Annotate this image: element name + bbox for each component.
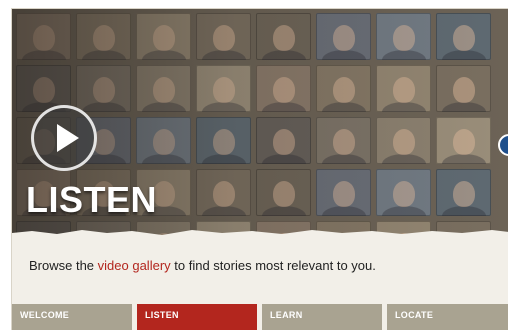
video-thumbnail[interactable]: [376, 13, 431, 60]
video-thumbnail[interactable]: [376, 117, 431, 164]
torn-paper-edge: [12, 230, 508, 237]
video-thumbnail[interactable]: [256, 13, 311, 60]
description-text-after: to find stories most relevant to you.: [170, 258, 376, 273]
next-arrow-button[interactable]: [498, 134, 508, 156]
hero-title: LISTEN: [26, 179, 158, 220]
listen-panel: LISTEN Browse the video gallery to find …: [11, 8, 508, 330]
gallery-description: Browse the video gallery to find stories…: [29, 258, 376, 273]
video-thumbnail[interactable]: [436, 65, 491, 112]
video-thumbnail[interactable]: [256, 169, 311, 216]
video-gallery-hero[interactable]: LISTEN: [12, 9, 508, 237]
video-thumbnail[interactable]: [196, 117, 251, 164]
video-thumbnail[interactable]: [136, 13, 191, 60]
video-thumbnail[interactable]: [16, 13, 71, 60]
video-thumbnail[interactable]: [316, 65, 371, 112]
video-thumbnail[interactable]: [256, 65, 311, 112]
video-thumbnail[interactable]: [436, 13, 491, 60]
video-gallery-link[interactable]: video gallery: [98, 258, 171, 273]
video-thumbnail[interactable]: [136, 117, 191, 164]
video-thumbnail[interactable]: [76, 13, 131, 60]
section-tabs: WELCOME LISTEN LEARN LOCATE: [12, 304, 508, 330]
tab-welcome[interactable]: WELCOME: [12, 304, 132, 330]
video-thumbnail[interactable]: [196, 13, 251, 60]
video-thumbnail[interactable]: [196, 169, 251, 216]
tab-learn[interactable]: LEARN: [262, 304, 382, 330]
video-thumbnail[interactable]: [376, 169, 431, 216]
video-thumbnail[interactable]: [316, 169, 371, 216]
video-thumbnail[interactable]: [136, 65, 191, 112]
description-text-before: Browse the: [29, 258, 98, 273]
play-button[interactable]: [31, 105, 97, 171]
video-thumbnail[interactable]: [376, 65, 431, 112]
video-thumbnail[interactable]: [436, 117, 491, 164]
video-thumbnail[interactable]: [316, 13, 371, 60]
tab-locate[interactable]: LOCATE: [387, 304, 508, 330]
video-thumbnail[interactable]: [196, 65, 251, 112]
play-icon: [57, 124, 79, 152]
video-thumbnail[interactable]: [436, 169, 491, 216]
tab-listen[interactable]: LISTEN: [137, 304, 257, 330]
video-thumbnail[interactable]: [76, 65, 131, 112]
video-thumbnail[interactable]: [316, 117, 371, 164]
video-thumbnail[interactable]: [256, 117, 311, 164]
